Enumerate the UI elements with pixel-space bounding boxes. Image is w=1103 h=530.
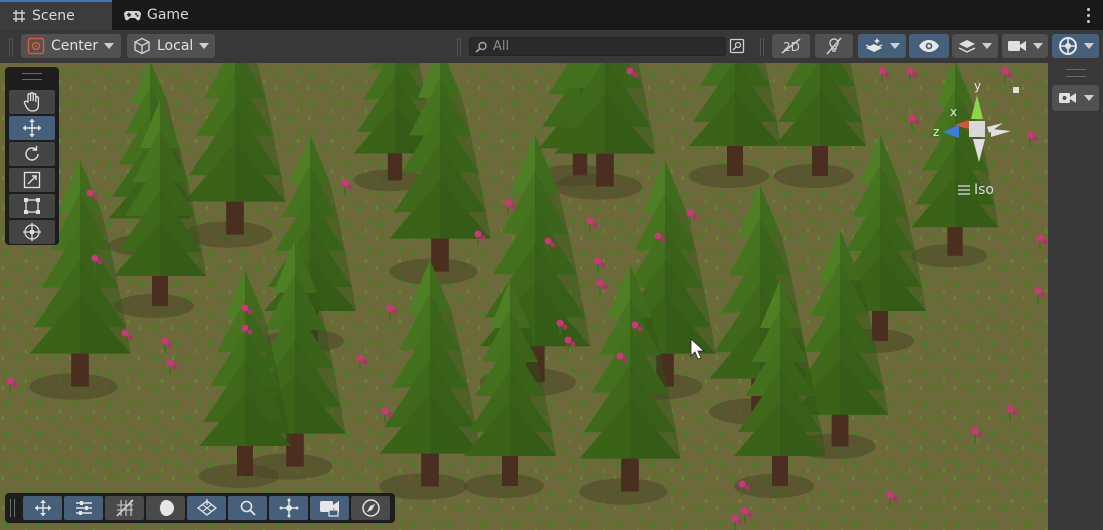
move-snap-button[interactable] (23, 496, 62, 520)
tab-game-label: Game (147, 7, 189, 23)
2d-toggle-icon: 2D (781, 38, 801, 54)
chevron-down-icon (982, 43, 992, 49)
hand-tool-button[interactable] (9, 90, 55, 114)
navigation-nodes-icon (279, 498, 298, 518)
window-tab-bar: Scene Game (0, 0, 1103, 30)
pivot-center-icon (27, 37, 45, 55)
compass-icon (361, 499, 380, 517)
axis-x-label: x (950, 105, 957, 119)
pivot-rotation-label: Local (157, 38, 194, 54)
camera-eye-icon (1058, 93, 1076, 103)
y-axis-cone[interactable] (971, 95, 983, 119)
tools-grip[interactable] (22, 73, 42, 80)
transform-icon (23, 223, 41, 241)
z-axis-cone[interactable] (943, 125, 959, 138)
search-options-button[interactable] (726, 34, 748, 58)
neg-y-axis-cone[interactable] (973, 139, 985, 162)
camera-preview-icon (319, 501, 339, 517)
chevron-down-icon (1083, 95, 1094, 101)
chevron-down-icon (1083, 43, 1094, 49)
projection-toggle[interactable]: Iso (958, 182, 994, 198)
move-tool-button[interactable] (9, 116, 55, 140)
gizmo-globe-icon (1058, 37, 1077, 55)
gizmo-lock-icon[interactable] (1013, 87, 1019, 93)
toolbar-grip[interactable] (9, 38, 13, 56)
more-options-icon[interactable] (1083, 5, 1093, 25)
chevron-down-icon[interactable] (890, 43, 900, 49)
tab-scene-label: Scene (32, 8, 75, 24)
axis-z-label: z (933, 125, 939, 139)
move-arrows-icon (23, 119, 41, 137)
chevron-down-icon (199, 43, 210, 49)
cube-local-icon (133, 37, 151, 55)
menu-lines-icon (958, 185, 970, 195)
scene-toolbar: Center Local All 2D (0, 30, 1103, 63)
2d-mode-toggle[interactable]: 2D (772, 34, 810, 58)
chevron-down-icon (104, 43, 115, 49)
gamepad-icon (124, 9, 141, 21)
rotate-icon (25, 146, 39, 161)
grid-snap-icon (115, 499, 134, 517)
panel-grip[interactable] (1066, 69, 1086, 77)
camera-settings-dropdown[interactable] (1002, 34, 1048, 58)
scene-render[interactable] (0, 63, 1048, 530)
pivot-mode-dropdown[interactable]: Center (21, 34, 121, 58)
grid-visibility-button[interactable] (187, 496, 226, 520)
rect-tool-button[interactable] (9, 194, 55, 218)
tools-overlay (5, 67, 59, 245)
eye-icon (919, 40, 939, 52)
tab-scene[interactable]: Scene (0, 0, 112, 30)
lighting-toggle[interactable] (815, 34, 853, 58)
effects-icon (865, 38, 883, 52)
grid-snapping-button[interactable] (105, 496, 144, 520)
chevron-down-icon (1033, 43, 1043, 49)
overlay-side-panel (1048, 63, 1103, 530)
camera-view-dropdown[interactable] (1052, 85, 1099, 111)
neg-z-axis-cone[interactable] (991, 129, 1011, 137)
transform-tool-button[interactable] (9, 220, 55, 244)
search-placeholder: All (493, 39, 510, 54)
scale-icon (23, 171, 41, 189)
search-icon (474, 41, 488, 53)
search-icon (240, 500, 256, 516)
pivot-mode-label: Center (51, 38, 99, 54)
search-options-icon (729, 38, 745, 54)
rotate-tool-button[interactable] (9, 142, 55, 166)
effects-toggle[interactable] (858, 34, 906, 58)
hierarchy-search-field[interactable]: All (469, 37, 726, 56)
shading-sphere-icon (157, 500, 174, 516)
transform-settings-button[interactable] (64, 496, 103, 520)
toolbar-grip[interactable] (457, 38, 461, 56)
navigation-button[interactable] (269, 496, 308, 520)
sliders-icon (75, 501, 92, 515)
gizmo-center-cube[interactable] (969, 121, 985, 137)
video-camera-icon (1008, 41, 1026, 51)
scene-viewport[interactable] (0, 63, 1048, 530)
grid-plane-icon (196, 499, 217, 516)
camera-preview-button[interactable] (310, 496, 349, 520)
svg-text:2D: 2D (783, 40, 800, 54)
pivot-rotation-dropdown[interactable]: Local (127, 34, 215, 58)
bottom-overlay-toolbar (5, 493, 395, 523)
tab-game[interactable]: Game (124, 0, 204, 30)
layers-icon (958, 40, 976, 53)
lighting-off-icon (826, 37, 842, 55)
search-scene-button[interactable] (228, 496, 267, 520)
axis-y-label: y (974, 79, 981, 93)
gizmos-dropdown[interactable] (1052, 34, 1099, 58)
hand-icon (23, 92, 40, 112)
scene-visibility-toggle[interactable] (909, 34, 949, 58)
grid-icon (12, 9, 26, 23)
shading-mode-button[interactable] (146, 496, 185, 520)
move-arrows-icon (34, 500, 51, 516)
compass-button[interactable] (351, 496, 390, 520)
layers-dropdown[interactable] (952, 34, 998, 58)
projection-label: Iso (974, 182, 994, 198)
toolbar-grip[interactable] (760, 38, 764, 56)
bottom-grip[interactable] (10, 499, 15, 517)
scale-tool-button[interactable] (9, 168, 55, 192)
rect-transform-icon (24, 198, 40, 214)
